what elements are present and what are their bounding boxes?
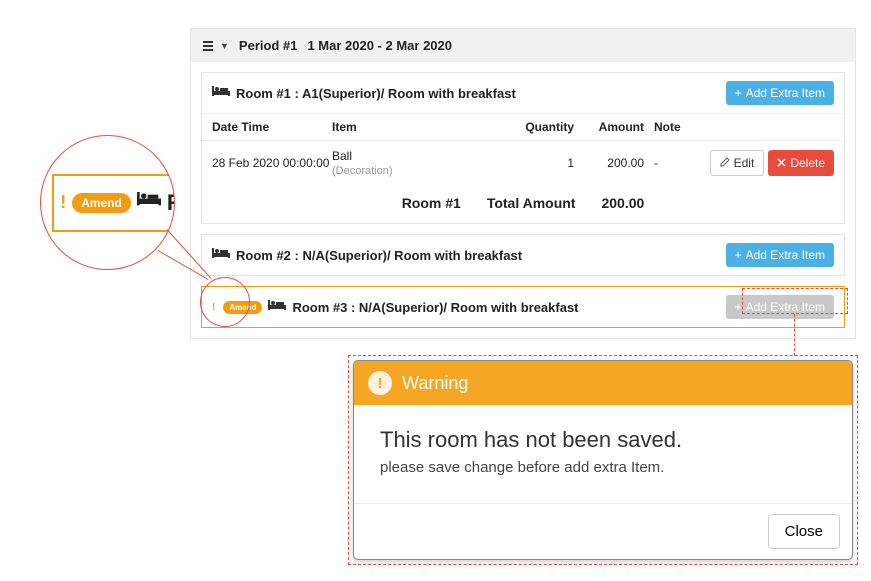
add-extra-item-button[interactable]: + Add Extra Item: [726, 243, 834, 267]
modal-detail: please save change before add extra Item…: [380, 459, 826, 476]
cell-item: Ball (Decoration): [332, 149, 524, 177]
magnifier-letter: R: [167, 190, 175, 216]
modal-title: Warning: [402, 373, 468, 394]
list-menu-icon[interactable]: ▼: [203, 40, 229, 52]
callout-dashed-box: [742, 288, 848, 314]
warning-circle-icon: !: [368, 371, 392, 395]
total-amount: 200.00: [601, 195, 644, 211]
bed-icon: [137, 192, 161, 214]
total-room-label: Room #1: [402, 195, 461, 211]
plus-icon: +: [735, 300, 742, 314]
col-amount: Amount: [584, 120, 654, 134]
plus-icon: +: [735, 86, 742, 100]
col-datetime: Date Time: [212, 120, 332, 134]
total-row: Room #1 Total Amount 200.00: [202, 185, 844, 223]
modal-body: This room has not been saved. please sav…: [354, 405, 852, 503]
col-item: Item: [332, 120, 524, 134]
room-block: Room #1 : A1(Superior)/ Room with breakf…: [201, 72, 845, 224]
magnifier-callout: ! Amend R: [40, 135, 175, 270]
modal-header: ! Warning: [354, 361, 852, 405]
callout-circle-icon: [200, 277, 250, 327]
table-row: 28 Feb 2020 00:00:00 Ball (Decoration) 1…: [202, 141, 844, 185]
warning-modal: ! Warning This room has not been saved. …: [353, 360, 853, 560]
col-qty: Quantity: [524, 120, 584, 134]
add-extra-item-button[interactable]: + Add Extra Item: [726, 81, 834, 105]
pencil-icon: [720, 156, 730, 170]
plus-icon: +: [735, 248, 742, 262]
close-icon: [777, 156, 786, 170]
callout-dashed-line: [794, 314, 795, 356]
period-label: Period #1: [239, 38, 298, 53]
bed-icon: [212, 86, 230, 101]
room-block: Room #2 : N/A(Superior)/ Room with break…: [201, 234, 845, 276]
cell-datetime: 28 Feb 2020 00:00:00: [212, 156, 332, 170]
bed-icon: [268, 300, 286, 315]
room-title: Room #3 : N/A(Superior)/ Room with break…: [292, 300, 578, 315]
col-note: Note: [654, 120, 714, 134]
table-header: Date Time Item Quantity Amount Note: [202, 113, 844, 141]
period-bar: ▼ Period #1 1 Mar 2020 - 2 Mar 2020: [191, 29, 855, 62]
warning-icon: !: [60, 192, 66, 213]
modal-callout-box: ! Warning This room has not been saved. …: [348, 355, 858, 565]
cell-qty: 1: [524, 156, 584, 170]
cell-amount: 200.00: [584, 156, 654, 170]
close-button[interactable]: Close: [768, 514, 840, 549]
amend-badge-large: Amend: [72, 193, 131, 213]
cell-note: -: [654, 156, 714, 170]
period-range: 1 Mar 2020 - 2 Mar 2020: [307, 38, 452, 53]
room-title: Room #1 : A1(Superior)/ Room with breakf…: [236, 86, 516, 101]
modal-footer: Close: [354, 503, 852, 559]
delete-button[interactable]: Delete: [768, 150, 834, 176]
room-title: Room #2 : N/A(Superior)/ Room with break…: [236, 248, 522, 263]
modal-headline: This room has not been saved.: [380, 427, 826, 453]
bed-icon: [212, 248, 230, 263]
edit-button[interactable]: Edit: [710, 150, 765, 176]
total-amount-label: Total Amount: [487, 195, 576, 211]
